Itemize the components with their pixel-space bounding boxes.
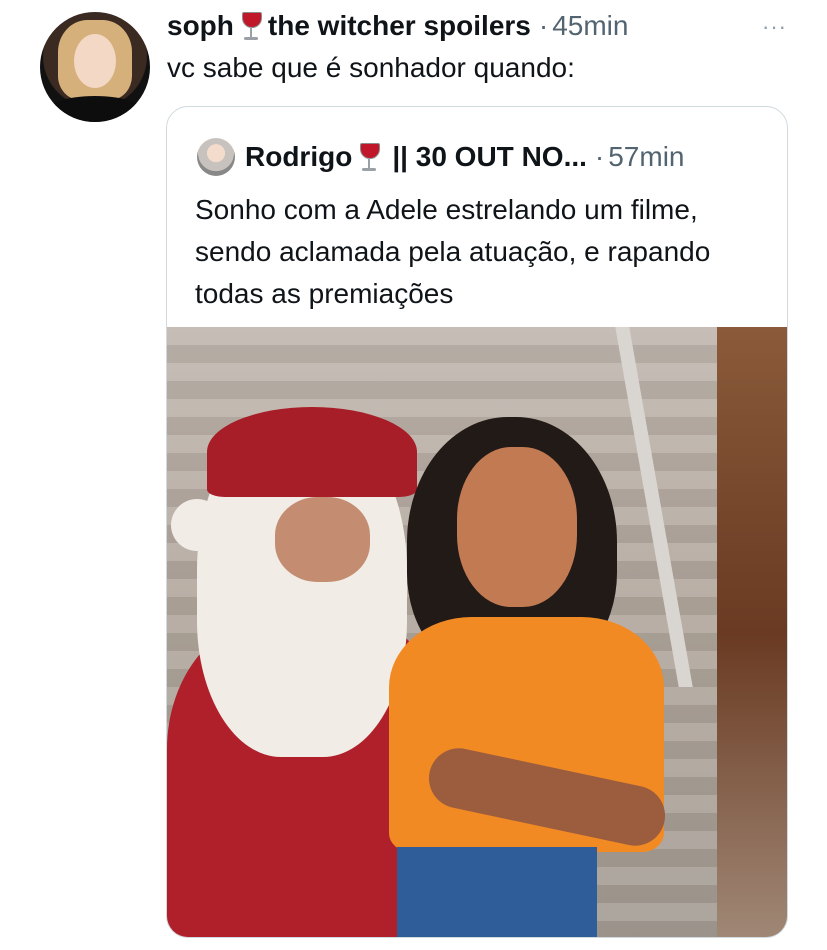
author-display-name[interactable]: soph [167, 10, 234, 42]
quoted-tweet-text: Sonho com a Adele estrelando um filme, s… [195, 194, 711, 309]
quoted-author-display-name: Rodrigo [245, 141, 353, 172]
tweet-timestamp[interactable]: 45min [552, 10, 628, 42]
wine-glass-icon [240, 10, 262, 42]
author-name-suffix[interactable]: the witcher spoilers [268, 10, 531, 42]
author-avatar[interactable] [40, 12, 150, 122]
quoted-header-separator: · [594, 141, 605, 172]
quoted-tweet-timestamp: 57min [608, 141, 685, 172]
quoted-author-name-suffix: || 30 OUT NO... [392, 141, 587, 172]
photo-wall [717, 327, 787, 937]
photo-santa-hat [207, 407, 417, 497]
quoted-author-avatar [197, 138, 235, 176]
wine-glass-icon [358, 141, 381, 173]
quoted-tweet-header: Rodrigo || 30 OUT NO... · 57min [197, 135, 685, 179]
avatar-face [74, 34, 116, 88]
avatar-shoulders [40, 96, 150, 122]
tweet-text: vc sabe que é sonhador quando: [167, 52, 575, 83]
quoted-tweet-photo[interactable] [167, 327, 787, 937]
more-options-icon[interactable]: ··· [762, 14, 787, 40]
photo-santa-pompom [171, 499, 223, 551]
tweet: soph the witcher spoilers · 45min ··· vc… [0, 0, 827, 950]
header-separator: · [538, 10, 549, 41]
photo-woman-jeans [397, 847, 597, 937]
photo-santa-face [275, 497, 370, 582]
tweet-header: soph the witcher spoilers · 45min [167, 6, 767, 46]
photo-woman-face [457, 447, 577, 607]
quoted-tweet[interactable]: Rodrigo || 30 OUT NO... · 57min Sonho co… [166, 106, 788, 938]
